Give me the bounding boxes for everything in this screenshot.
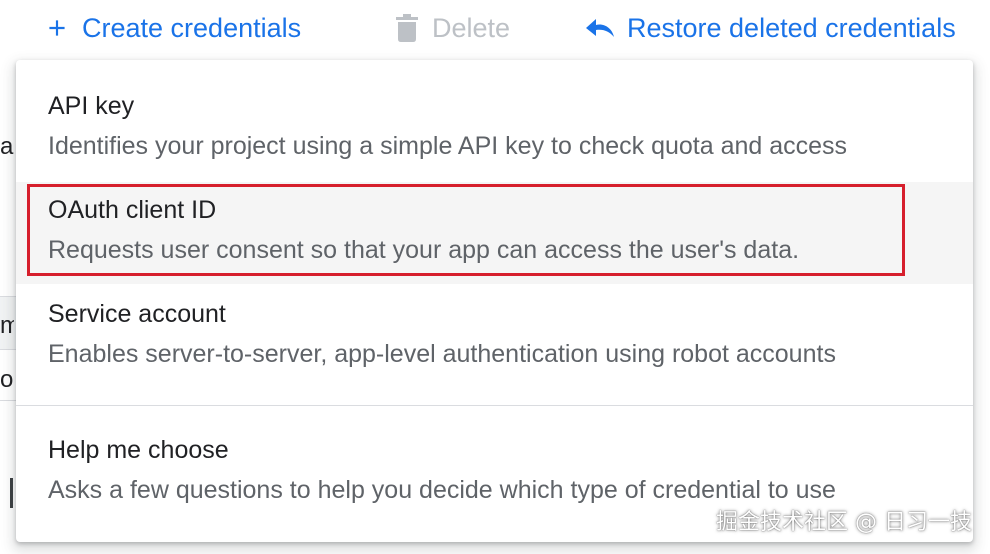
menu-separator <box>16 405 973 406</box>
delete-label: Delete <box>432 12 511 43</box>
menu-item-service-account[interactable]: Service account Enables server-to-server… <box>16 284 973 398</box>
menu-item-description: Asks a few questions to help you decide … <box>48 476 836 504</box>
delete-button[interactable]: Delete <box>396 10 510 46</box>
menu-item-description: Enables server-to-server, app-level auth… <box>48 340 836 368</box>
trash-icon <box>396 14 418 42</box>
create-credentials-menu: API key Identifies your project using a … <box>16 60 973 542</box>
menu-item-api-key[interactable]: API key Identifies your project using a … <box>16 74 973 184</box>
menu-item-title: Help me choose <box>48 436 229 464</box>
restore-deleted-credentials-label: Restore deleted credentials <box>627 12 956 43</box>
background-text-cursor <box>10 478 13 508</box>
menu-item-title: Service account <box>48 300 226 328</box>
highlight-annotation-box <box>27 184 905 276</box>
restore-deleted-credentials-button[interactable]: Restore deleted credentials <box>585 10 956 46</box>
undo-icon <box>585 17 617 39</box>
background-text-fragment: ol <box>0 366 14 393</box>
create-credentials-button[interactable]: Create credentials <box>44 10 301 46</box>
plus-icon <box>44 15 70 41</box>
toolbar: Create credentials Delete Restore delete… <box>0 0 990 56</box>
create-credentials-label: Create credentials <box>82 12 302 43</box>
menu-item-description: Identifies your project using a simple A… <box>48 132 848 160</box>
background-text-fragment: a <box>0 133 14 160</box>
watermark: 掘金技术社区 @ 日习一技 <box>716 510 972 535</box>
background-text-fragment: m <box>0 312 14 339</box>
menu-item-title: API key <box>48 92 135 120</box>
